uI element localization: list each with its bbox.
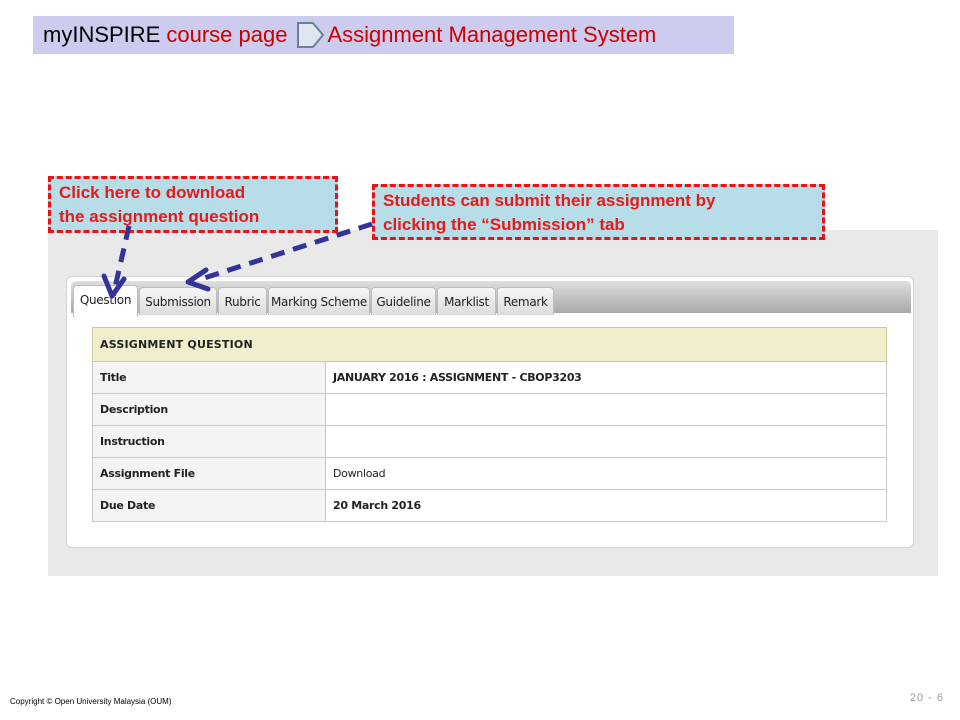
tab-bar: Question Submission Rubric Marking Schem… xyxy=(71,281,911,317)
tab-question[interactable]: Question xyxy=(73,285,138,317)
tab-remark[interactable]: Remark xyxy=(497,287,554,315)
callout-submission-tab: Students can submit their assignment by … xyxy=(372,184,825,240)
row-label-title: Title xyxy=(92,361,326,394)
slide-title-banner: myINSPIRE course page Assignment Managem… xyxy=(33,16,734,54)
page-number: 20 - 6 xyxy=(909,692,944,704)
row-value-title: JANUARY 2016 : ASSIGNMENT - CBOP3203 xyxy=(325,361,887,394)
row-value-description xyxy=(325,393,887,426)
callout-download-line1: Click here to download xyxy=(59,183,246,202)
table-row: Instruction xyxy=(92,425,887,458)
row-value-due-date: 20 March 2016 xyxy=(325,489,887,522)
assignment-panel: Question Submission Rubric Marking Schem… xyxy=(66,276,914,548)
table-header-row: ASSIGNMENT QUESTION xyxy=(92,327,887,362)
callout-download-line2: the assignment question xyxy=(59,207,260,226)
download-link[interactable]: Download xyxy=(325,457,887,490)
table-header: ASSIGNMENT QUESTION xyxy=(92,327,887,362)
tab-submission[interactable]: Submission xyxy=(139,287,217,315)
row-label-instruction: Instruction xyxy=(92,425,326,458)
copyright-text: Copyright © Open University Malaysia (OU… xyxy=(10,697,172,706)
title-myinspire: myINSPIRE xyxy=(43,22,161,47)
tab-marklist[interactable]: Marklist xyxy=(437,287,496,315)
title-course-page: course page xyxy=(166,22,288,47)
row-label-assignment-file: Assignment File xyxy=(92,457,326,490)
assignment-question-table: ASSIGNMENT QUESTION Title JANUARY 2016 :… xyxy=(92,327,887,522)
callout-submission-line1: Students can submit their assignment by xyxy=(383,191,716,210)
callout-download-question: Click here to download the assignment qu… xyxy=(48,176,338,233)
row-value-instruction xyxy=(325,425,887,458)
table-row: Title JANUARY 2016 : ASSIGNMENT - CBOP32… xyxy=(92,361,887,394)
chevron-arrow-icon xyxy=(295,20,325,50)
tab-guideline[interactable]: Guideline xyxy=(371,287,436,315)
table-row: Due Date 20 March 2016 xyxy=(92,489,887,522)
row-label-due-date: Due Date xyxy=(92,489,326,522)
callout-submission-line2: clicking the “Submission” tab xyxy=(383,215,625,234)
ams-screenshot: Question Submission Rubric Marking Schem… xyxy=(48,230,938,576)
title-ams: Assignment Management System xyxy=(327,22,657,47)
row-label-description: Description xyxy=(92,393,326,426)
tab-marking-scheme[interactable]: Marking Scheme xyxy=(268,287,370,315)
table-row: Assignment File Download xyxy=(92,457,887,490)
table-row: Description xyxy=(92,393,887,426)
tab-rubric[interactable]: Rubric xyxy=(218,287,267,315)
